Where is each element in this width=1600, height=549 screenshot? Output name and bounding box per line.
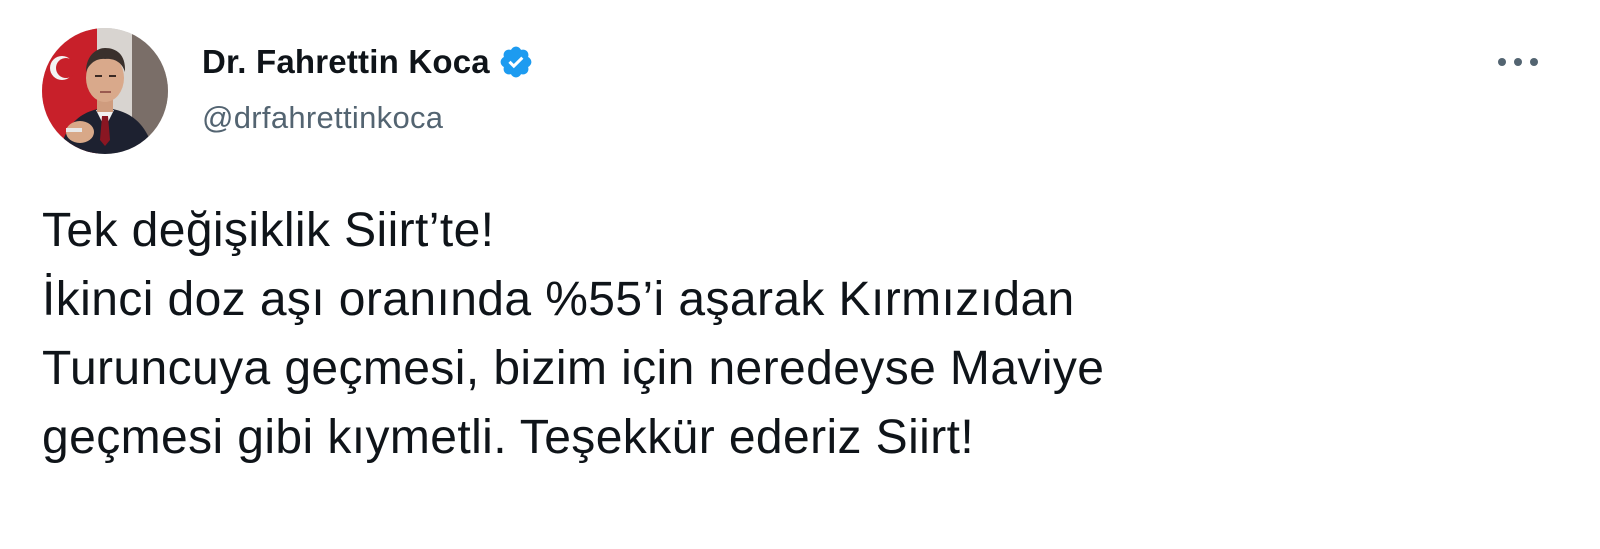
- verified-badge-icon: [498, 44, 534, 80]
- author-name-row: Dr. Fahrettin Koca: [202, 40, 534, 84]
- tweet-card: Dr. Fahrettin Koca @drfahrettinkoca Tek …: [0, 0, 1600, 549]
- tweet-text-line: İkinci doz aşı oranında %55’i aşarak Kır…: [42, 273, 1075, 326]
- author-display-name[interactable]: Dr. Fahrettin Koca: [202, 43, 490, 81]
- tweet-text-line: Turuncuya geçmesi, bizim için neredeyse …: [42, 342, 1105, 395]
- author-block: Dr. Fahrettin Koca @drfahrettinkoca: [202, 40, 534, 136]
- more-options-icon[interactable]: [1488, 44, 1548, 80]
- tweet-text-line: Tek değişiklik Siirt’te!: [42, 204, 495, 257]
- tweet-text: Tek değişiklik Siirt’te! İkinci doz aşı …: [42, 196, 1542, 472]
- avatar-image: [42, 28, 168, 154]
- avatar[interactable]: [42, 28, 168, 154]
- author-handle[interactable]: @drfahrettinkoca: [202, 100, 534, 136]
- tweet-text-line: geçmesi gibi kıymetli. Teşekkür ederiz S…: [42, 411, 975, 464]
